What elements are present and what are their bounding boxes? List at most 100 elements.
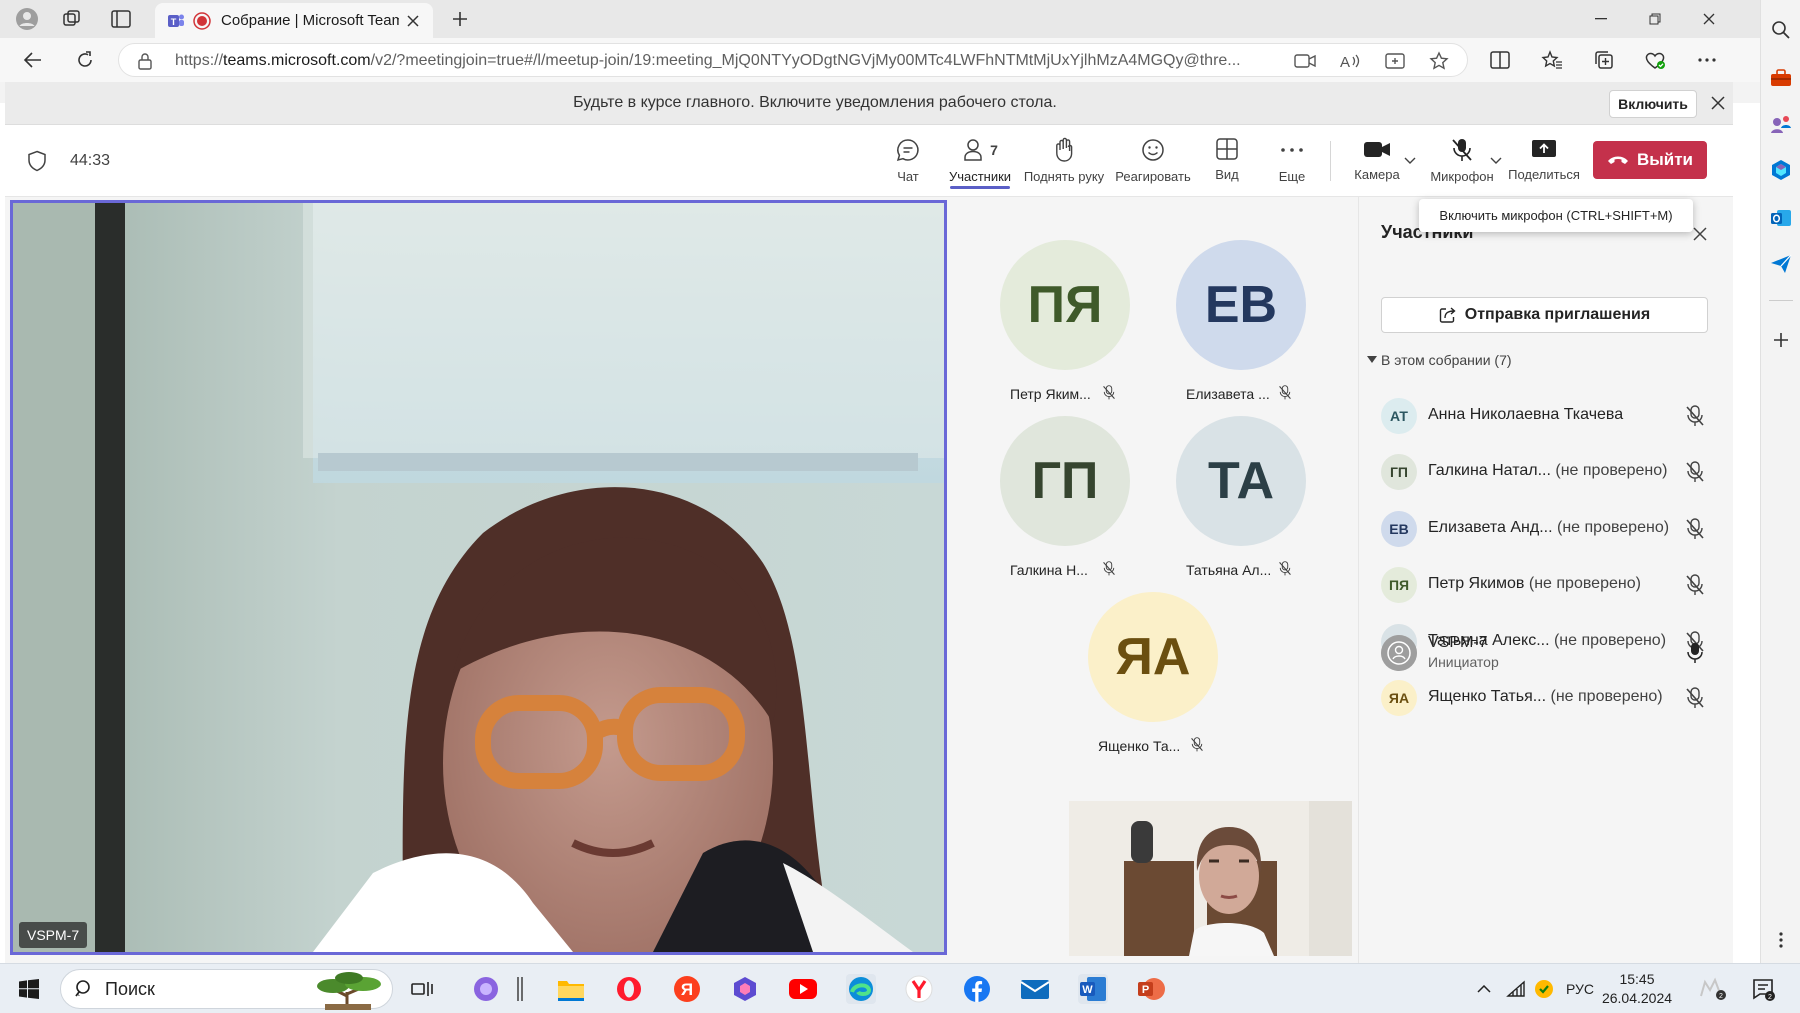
svg-text:W: W	[1082, 984, 1093, 996]
close-panel-icon[interactable]	[1693, 227, 1707, 241]
chat-label: Чат	[897, 169, 919, 184]
sidebar-settings-icon[interactable]	[1769, 928, 1793, 952]
security-shield-icon[interactable]	[1532, 974, 1556, 1004]
leave-button[interactable]: Выйти	[1593, 141, 1707, 179]
self-view-video[interactable]	[1069, 801, 1352, 956]
split-screen-icon[interactable]	[1485, 47, 1515, 73]
participant-avatar: ТА	[1176, 416, 1306, 546]
raise-hand-button[interactable]: Поднять руку	[1020, 137, 1108, 189]
task-view-icon[interactable]	[407, 974, 437, 1004]
address-bar[interactable]: https://teams.microsoft.com/v2/?meetingj…	[118, 43, 1468, 77]
more-button[interactable]: Еще	[1267, 137, 1317, 189]
back-icon[interactable]	[18, 47, 48, 73]
participant-row[interactable]: АТ Анна Николаевна Ткачева	[1381, 393, 1716, 437]
taskbar-clock[interactable]: 15:45 26.04.2024	[1600, 970, 1674, 1008]
react-label: Реагировать	[1115, 169, 1191, 184]
copilot-circle-icon[interactable]	[471, 974, 501, 1004]
participant-row[interactable]: ГП Галкина Натал... (не проверено)	[1381, 449, 1716, 493]
more-options-icon[interactable]	[1692, 47, 1722, 73]
word-icon[interactable]: W	[1078, 974, 1108, 1004]
workspaces-icon[interactable]	[57, 6, 87, 32]
read-aloud-icon[interactable]: A	[1339, 52, 1361, 70]
tab-teams-meeting[interactable]: T Собрание | Microsoft Teams	[155, 3, 433, 38]
minimize-icon[interactable]	[1574, 0, 1628, 38]
file-explorer-icon[interactable]	[556, 974, 586, 1004]
collections-icon[interactable]	[1589, 47, 1619, 73]
participant-avatar: ЯА	[1088, 592, 1218, 722]
url-text[interactable]: https://teams.microsoft.com/v2/?meetingj…	[175, 52, 1275, 70]
powerpoint-icon[interactable]: P	[1136, 974, 1166, 1004]
hexagon-app-icon[interactable]	[730, 974, 760, 1004]
refresh-icon[interactable]	[70, 47, 100, 73]
browser-essentials-icon[interactable]	[1640, 47, 1670, 73]
gallery-tile[interactable]: ЯА Ященко Та...	[1088, 592, 1268, 762]
send-invite-button[interactable]: Отправка приглашения	[1381, 297, 1708, 333]
app-available-icon[interactable]	[1385, 52, 1405, 70]
games-icon[interactable]	[1769, 112, 1793, 136]
lock-icon[interactable]	[137, 52, 153, 70]
camera-in-use-icon[interactable]	[1294, 52, 1316, 70]
gallery-tile[interactable]: ЕВ Елизавета ...	[1176, 240, 1356, 410]
edge-sidebar	[1760, 0, 1800, 963]
add-icon[interactable]	[1769, 328, 1793, 352]
youtube-icon[interactable]	[788, 974, 818, 1004]
camera-label: Камера	[1354, 167, 1400, 182]
gallery-tile[interactable]: ПЯ Петр Яким...	[1000, 240, 1180, 410]
close-window-icon[interactable]	[1682, 0, 1736, 38]
self-video-frame	[1069, 801, 1352, 956]
taskbar-search-box[interactable]: Поиск	[60, 969, 393, 1010]
yandex-y-icon[interactable]	[904, 974, 934, 1004]
wifi-icon[interactable]	[1504, 974, 1528, 1004]
participant-row[interactable]: ЕВ Елизавета Анд... (не проверено)	[1381, 506, 1716, 550]
gallery-tile[interactable]: ГП Галкина Н...	[1000, 416, 1180, 586]
search-icon[interactable]	[1769, 18, 1793, 42]
opera-icon[interactable]	[614, 974, 644, 1004]
language-indicator[interactable]: РУС	[1562, 974, 1598, 1004]
participant-row-organizer[interactable]: VSPM-7 Инициатор	[1381, 630, 1716, 674]
participant-name: Анна Николаевна Ткачева	[1428, 406, 1624, 423]
tab-actions-icon[interactable]	[106, 6, 136, 32]
participant-row[interactable]: ПЯ Петр Якимов (не проверено)	[1381, 562, 1716, 606]
mic-options-chevron-icon[interactable]	[1490, 157, 1502, 165]
shield-icon[interactable]	[27, 150, 47, 172]
participants-panel: Участники Отправка приглашения В этом со…	[1358, 197, 1731, 963]
camera-button[interactable]: Камера	[1347, 137, 1407, 189]
mic-muted-icon	[1278, 561, 1292, 576]
share-button[interactable]: Поделиться	[1505, 137, 1583, 189]
favorites-icon[interactable]	[1537, 47, 1567, 73]
send-icon[interactable]	[1769, 252, 1793, 276]
ellipsis-icon	[1281, 137, 1303, 163]
close-notification-icon[interactable]	[1711, 96, 1725, 110]
meet-now-icon[interactable]: 2	[1698, 974, 1728, 1004]
enable-notifications-button[interactable]: Включить	[1609, 90, 1697, 118]
close-tab-icon[interactable]	[407, 14, 419, 27]
meet-now-badge: 2	[1719, 993, 1723, 1000]
notification-center-icon[interactable]: 2	[1748, 974, 1778, 1004]
view-button[interactable]: Вид	[1202, 137, 1252, 189]
outlook-icon[interactable]	[1769, 206, 1793, 230]
gallery-tile[interactable]: ТА Татьяна Ал...	[1176, 416, 1356, 586]
facebook-icon[interactable]	[962, 974, 992, 1004]
new-tab-icon[interactable]	[445, 6, 475, 32]
participant-row[interactable]: ЯА Ященко Татья... (не проверено)	[1381, 675, 1716, 719]
react-button[interactable]: Реагировать	[1110, 137, 1196, 189]
favorite-star-icon[interactable]	[1429, 51, 1449, 71]
microphone-button[interactable]: Микрофон	[1424, 137, 1500, 189]
edge-icon[interactable]	[846, 974, 876, 1004]
profile-icon[interactable]	[12, 6, 42, 32]
camera-options-chevron-icon[interactable]	[1404, 157, 1416, 165]
show-hidden-icons-chevron[interactable]	[1474, 974, 1494, 1004]
tools-icon[interactable]	[1769, 66, 1793, 90]
start-icon[interactable]	[14, 974, 44, 1004]
participant-avatar: ГП	[1381, 454, 1417, 491]
mail-icon[interactable]	[1020, 974, 1050, 1004]
title-bar: T Собрание | Microsoft Teams	[0, 0, 1800, 38]
participants-button[interactable]: 7 Участники	[946, 137, 1014, 189]
chat-button[interactable]: Чат	[878, 137, 938, 189]
maximize-icon[interactable]	[1628, 0, 1682, 38]
yandex-browser-icon[interactable]: Я	[672, 974, 702, 1004]
participant-status: (не проверено)	[1550, 462, 1668, 480]
m365-icon[interactable]	[1769, 158, 1793, 182]
in-meeting-section-header[interactable]: В этом собрании (7)	[1367, 352, 1512, 368]
main-video-tile[interactable]: VSPM-7	[10, 200, 947, 955]
